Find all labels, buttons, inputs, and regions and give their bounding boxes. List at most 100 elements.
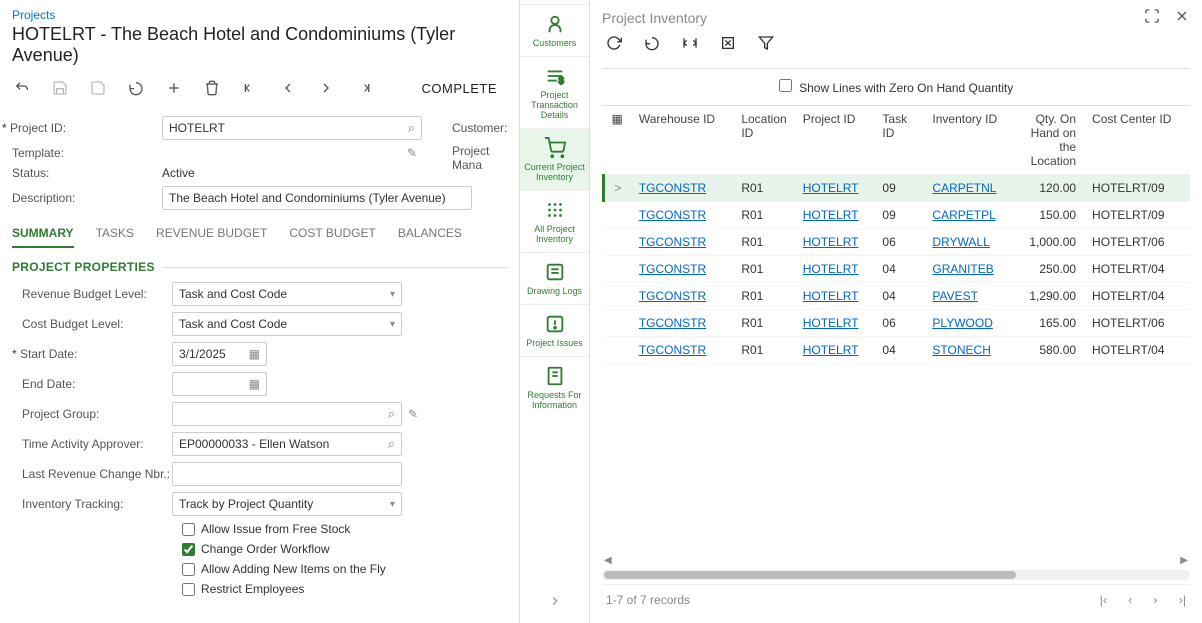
- scroll-right-icon[interactable]: ▶: [1180, 555, 1188, 566]
- search-icon[interactable]: ⌕: [388, 406, 395, 422]
- search-icon[interactable]: ⌕: [408, 120, 415, 136]
- tab-summary[interactable]: SUMMARY: [12, 226, 74, 248]
- page-next-icon[interactable]: ›: [1154, 593, 1158, 607]
- warehouse-link[interactable]: TGCONSTR: [639, 235, 706, 249]
- table-row[interactable]: >TGCONSTRR01HOTELRT09CARPETNL120.00HOTEL…: [604, 175, 1191, 202]
- warehouse-link[interactable]: TGCONSTR: [639, 316, 706, 330]
- col-qty[interactable]: Qty. On Hand on the Location: [1014, 106, 1084, 175]
- project-link[interactable]: HOTELRT: [803, 289, 859, 303]
- page-prev-icon[interactable]: ‹: [1128, 593, 1132, 607]
- last-rev-input[interactable]: [172, 462, 402, 486]
- inventory-link[interactable]: STONECH: [932, 343, 990, 357]
- row-marker[interactable]: [604, 256, 631, 283]
- inventory-link[interactable]: CARPETNL: [932, 181, 996, 195]
- project-link[interactable]: HOTELRT: [803, 262, 859, 276]
- change-order-workflow-checkbox[interactable]: [182, 543, 195, 556]
- filter-icon[interactable]: [758, 35, 774, 54]
- sidenav-expand[interactable]: [536, 582, 574, 623]
- undo-icon[interactable]: [126, 78, 146, 98]
- sidenav-customers[interactable]: Customers: [520, 4, 589, 56]
- project-link[interactable]: HOTELRT: [803, 316, 859, 330]
- revenue-budget-level-select[interactable]: Task and Cost Code ▾: [172, 282, 402, 306]
- sidenav-drawing-logs[interactable]: Drawing Logs: [520, 252, 589, 304]
- undo-icon[interactable]: [644, 35, 660, 54]
- inventory-link[interactable]: PAVEST: [932, 289, 978, 303]
- table-row[interactable]: TGCONSTRR01HOTELRT04PAVEST1,290.00HOTELR…: [604, 283, 1191, 310]
- save-close-icon[interactable]: [88, 78, 108, 98]
- tab-tasks[interactable]: TASKS: [96, 226, 134, 248]
- next-icon[interactable]: [316, 78, 336, 98]
- end-date-input[interactable]: ▦: [172, 372, 267, 396]
- col-cost-center[interactable]: Cost Center ID: [1084, 106, 1190, 175]
- warehouse-link[interactable]: TGCONSTR: [639, 343, 706, 357]
- warehouse-link[interactable]: TGCONSTR: [639, 289, 706, 303]
- scroll-left-icon[interactable]: ◀: [604, 555, 612, 566]
- row-marker[interactable]: [604, 202, 631, 229]
- calendar-icon[interactable]: ▦: [249, 347, 260, 361]
- tab-cost-budget[interactable]: COST BUDGET: [289, 226, 375, 248]
- description-input[interactable]: The Beach Hotel and Condominiums (Tyler …: [162, 186, 472, 210]
- export-icon[interactable]: [720, 35, 736, 54]
- prev-icon[interactable]: [278, 78, 298, 98]
- col-project[interactable]: Project ID: [795, 106, 875, 175]
- project-link[interactable]: HOTELRT: [803, 235, 859, 249]
- warehouse-link[interactable]: TGCONSTR: [639, 208, 706, 222]
- refresh-icon[interactable]: [606, 35, 622, 54]
- restrict-employees-checkbox[interactable]: [182, 583, 195, 596]
- back-icon[interactable]: [12, 78, 32, 98]
- inventory-link[interactable]: PLYWOOD: [932, 316, 992, 330]
- table-row[interactable]: TGCONSTRR01HOTELRT06PLYWOOD165.00HOTELRT…: [604, 310, 1191, 337]
- project-id-input[interactable]: HOTELRT ⌕: [162, 116, 422, 140]
- inventory-link[interactable]: GRANITEB: [932, 262, 993, 276]
- horizontal-scrollbar[interactable]: [602, 570, 1190, 580]
- complete-button[interactable]: COMPLETE: [421, 81, 497, 96]
- row-marker[interactable]: [604, 310, 631, 337]
- row-marker[interactable]: [604, 337, 631, 364]
- page-last-icon[interactable]: ›|: [1179, 593, 1186, 607]
- table-row[interactable]: TGCONSTRR01HOTELRT04STONECH580.00HOTELRT…: [604, 337, 1191, 364]
- allow-free-stock-checkbox[interactable]: [182, 523, 195, 536]
- sidenav-all-project-inventory[interactable]: All Project Inventory: [520, 190, 589, 252]
- last-icon[interactable]: [354, 78, 374, 98]
- col-inventory[interactable]: Inventory ID: [924, 106, 1014, 175]
- zero-qty-checkbox-label[interactable]: Show Lines with Zero On Hand Quantity: [779, 81, 1013, 95]
- project-group-input[interactable]: ⌕: [172, 402, 402, 426]
- cost-budget-level-select[interactable]: Task and Cost Code ▾: [172, 312, 402, 336]
- table-row[interactable]: TGCONSTRR01HOTELRT04GRANITEB250.00HOTELR…: [604, 256, 1191, 283]
- warehouse-link[interactable]: TGCONSTR: [639, 181, 706, 195]
- pencil-icon[interactable]: ✎: [407, 146, 417, 160]
- project-link[interactable]: HOTELRT: [803, 343, 859, 357]
- row-selector-header[interactable]: ▦: [604, 106, 631, 175]
- first-icon[interactable]: [240, 78, 260, 98]
- sidenav-rfi[interactable]: Requests For Information: [520, 356, 589, 418]
- expand-icon[interactable]: [1144, 8, 1160, 27]
- col-location[interactable]: Location ID: [733, 106, 794, 175]
- start-date-input[interactable]: 3/1/2025 ▦: [172, 342, 267, 366]
- pencil-icon[interactable]: ✎: [408, 407, 418, 421]
- breadcrumb[interactable]: Projects: [12, 8, 507, 22]
- table-row[interactable]: TGCONSTRR01HOTELRT06DRYWALL1,000.00HOTEL…: [604, 229, 1191, 256]
- sidenav-current-inventory[interactable]: Current Project Inventory: [520, 128, 589, 190]
- zero-qty-checkbox[interactable]: [779, 79, 792, 92]
- project-link[interactable]: HOTELRT: [803, 181, 859, 195]
- tab-revenue-budget[interactable]: REVENUE BUDGET: [156, 226, 267, 248]
- col-warehouse[interactable]: Warehouse ID: [631, 106, 733, 175]
- delete-icon[interactable]: [202, 78, 222, 98]
- sidenav-project-issues[interactable]: Project Issues: [520, 304, 589, 356]
- close-icon[interactable]: [1174, 8, 1190, 27]
- add-icon[interactable]: [164, 78, 184, 98]
- inventory-link[interactable]: DRYWALL: [932, 235, 989, 249]
- table-row[interactable]: TGCONSTRR01HOTELRT09CARPETPL150.00HOTELR…: [604, 202, 1191, 229]
- fit-columns-icon[interactable]: [682, 35, 698, 54]
- row-marker[interactable]: [604, 283, 631, 310]
- save-icon[interactable]: [50, 78, 70, 98]
- row-marker[interactable]: >: [604, 175, 631, 202]
- page-first-icon[interactable]: |‹: [1100, 593, 1107, 607]
- col-task[interactable]: Task ID: [874, 106, 924, 175]
- time-approver-input[interactable]: EP00000033 - Ellen Watson ⌕: [172, 432, 402, 456]
- search-icon[interactable]: ⌕: [388, 436, 395, 452]
- calendar-icon[interactable]: ▦: [249, 377, 260, 391]
- allow-new-items-checkbox[interactable]: [182, 563, 195, 576]
- inventory-tracking-select[interactable]: Track by Project Quantity ▾: [172, 492, 402, 516]
- project-link[interactable]: HOTELRT: [803, 208, 859, 222]
